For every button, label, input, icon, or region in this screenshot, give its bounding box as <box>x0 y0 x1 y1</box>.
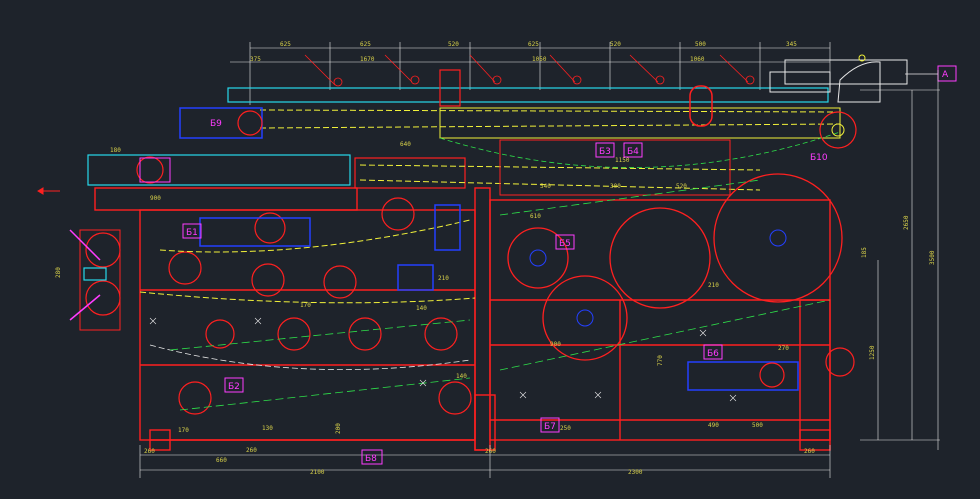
dim-bottom-270: 270 <box>778 345 789 352</box>
dim-left-280: 280 <box>55 267 62 278</box>
dim-bottom-500: 500 <box>752 422 763 429</box>
dim-top-2: 625 <box>360 41 371 48</box>
dim-right-3500: 3500 <box>929 250 936 265</box>
dim-inner-210b: 210 <box>708 282 719 289</box>
dim-bottom-2300: 2300 <box>628 469 643 476</box>
dim-mid-3: 540 <box>540 183 551 190</box>
dim-bottom-130: 130 <box>262 425 273 432</box>
label-b7: Б7 <box>544 422 556 432</box>
dim-top2-3: 1050 <box>532 56 547 63</box>
dim-bottom-660: 660 <box>216 457 227 464</box>
dim-bottom-200: 200 <box>335 423 342 434</box>
dim-top-7: 345 <box>786 41 797 48</box>
dim-inner-140: 140 <box>416 305 427 312</box>
dim-top-3: 520 <box>448 41 459 48</box>
dim-bottom-140: 140 <box>456 373 467 380</box>
dim-inner-170: 170 <box>300 302 311 309</box>
dim-top2-1: 375 <box>250 56 261 63</box>
dim-bottom-170: 170 <box>178 427 189 434</box>
dim-bottom-770: 770 <box>657 355 664 366</box>
dim-left-900: 900 <box>150 195 161 202</box>
dim-top2-2: 1670 <box>360 56 375 63</box>
dim-left-upper: 180 <box>110 147 121 154</box>
dim-bottom-490: 490 <box>708 422 719 429</box>
dim-mid-4: 300 <box>610 183 621 190</box>
label-a: А <box>942 70 949 80</box>
dim-top-6: 500 <box>695 41 706 48</box>
dim-inner-250: 250 <box>560 425 571 432</box>
dim-inner-210: 210 <box>438 275 449 282</box>
dim-bottom-2100: 2100 <box>310 469 325 476</box>
dim-inner-610: 610 <box>530 213 541 220</box>
label-b8: Б8 <box>365 454 377 464</box>
dim-top-1: 625 <box>280 41 291 48</box>
dim-top-4: 625 <box>528 41 539 48</box>
dim-right-1250: 1250 <box>869 345 876 360</box>
dim-top2-4: 1060 <box>690 56 705 63</box>
label-b1: Б1 <box>186 228 198 238</box>
label-b5: Б5 <box>559 239 571 249</box>
dim-bottom-900: 900 <box>550 341 561 348</box>
dim-mid-2: 1150 <box>615 157 630 164</box>
label-b6: Б6 <box>707 349 719 359</box>
label-b3: Б3 <box>599 147 611 157</box>
cad-drawing-canvas: 625 625 520 625 520 500 345 375 1670 105… <box>0 0 980 499</box>
label-b10: Б10 <box>810 153 828 163</box>
dim-bottom-260a: 260 <box>144 448 155 455</box>
dim-bottom-260d: 260 <box>246 447 257 454</box>
label-b9: Б9 <box>210 119 222 129</box>
label-b2: Б2 <box>228 382 240 392</box>
dim-bottom-260c: 260 <box>804 448 815 455</box>
dim-bottom-260b: 260 <box>485 448 496 455</box>
dim-right-2650: 2650 <box>903 215 910 230</box>
label-b4: Б4 <box>627 147 639 157</box>
dim-top-5: 520 <box>610 41 621 48</box>
dim-right-185: 185 <box>861 247 868 258</box>
dim-mid-5: 520 <box>676 183 687 190</box>
dim-mid-1: 640 <box>400 141 411 148</box>
